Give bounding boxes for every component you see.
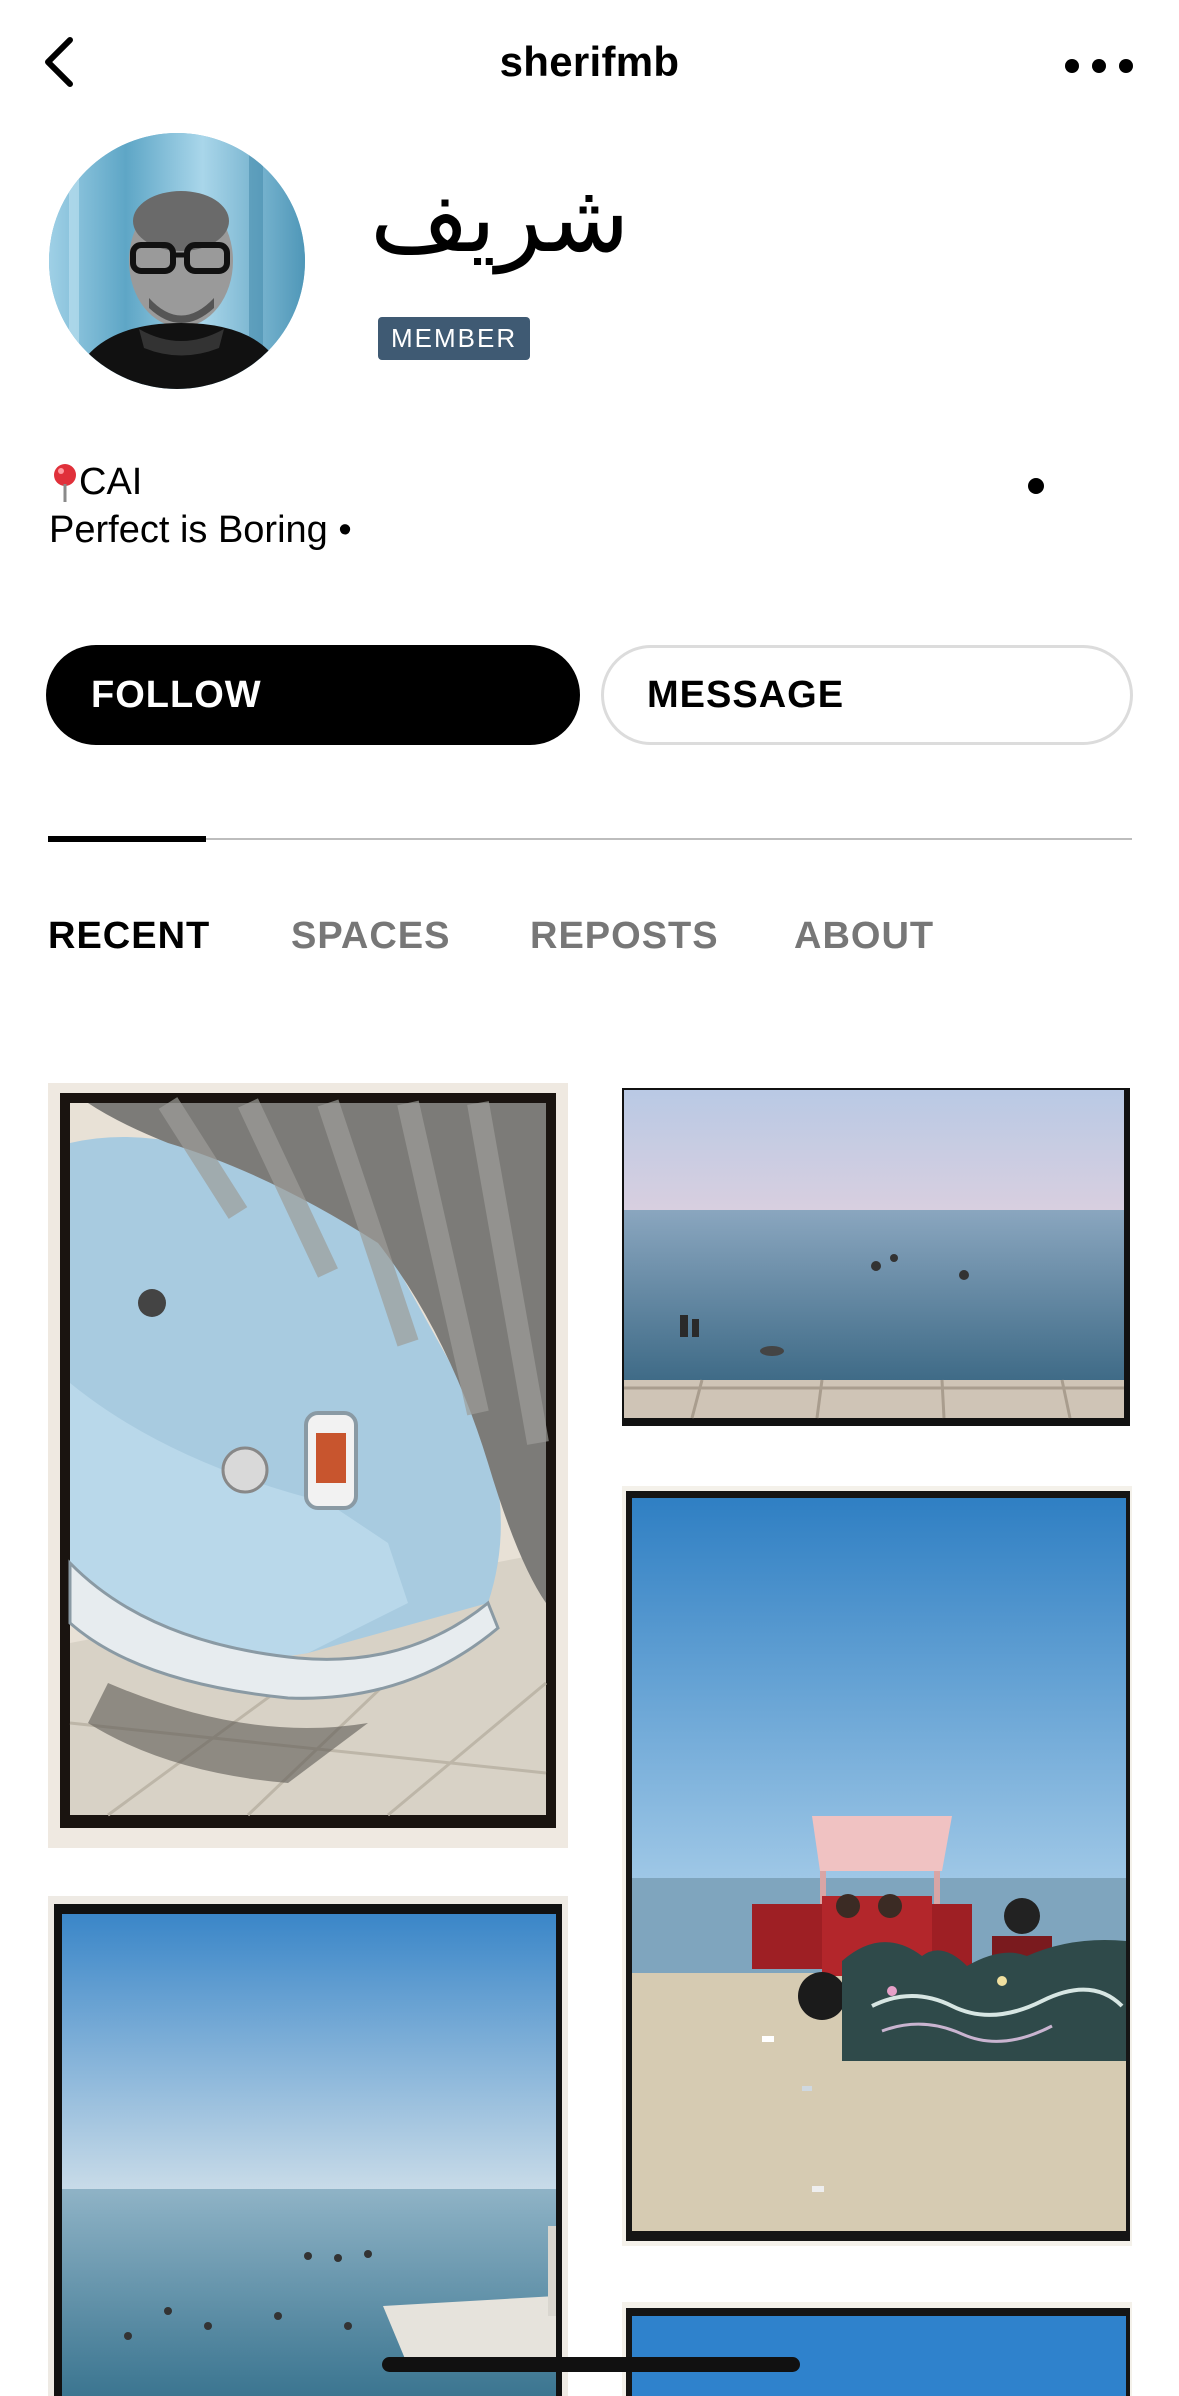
chevron-left-icon <box>45 37 73 87</box>
display-name: شريف <box>370 162 630 274</box>
message-button[interactable]: MESSAGE <box>601 645 1133 745</box>
post-photo-car[interactable] <box>48 1083 568 1848</box>
tab-recent[interactable]: RECENT <box>48 915 210 958</box>
post-photo-sea-swimmers[interactable] <box>622 1083 1132 1428</box>
more-horizontal-icon <box>1065 59 1133 73</box>
back-button[interactable] <box>38 34 94 94</box>
bio-location: CAI <box>49 460 142 504</box>
home-indicator[interactable] <box>382 2357 800 2372</box>
avatar[interactable] <box>49 133 305 389</box>
more-options-button[interactable] <box>1062 52 1136 80</box>
bio-dot <box>1028 478 1044 494</box>
map-pin-icon <box>49 460 79 504</box>
post-photo-sea-pier[interactable] <box>48 1896 568 2396</box>
top-bar: sherifmb <box>0 0 1179 135</box>
tab-active-indicator <box>48 836 206 842</box>
location-text: CAI <box>79 461 143 503</box>
bio-tagline: Perfect is Boring • <box>49 509 352 551</box>
post-photo-tuktuk[interactable] <box>622 1486 1132 2246</box>
tab-reposts[interactable]: REPOSTS <box>530 915 719 958</box>
tab-spaces[interactable]: SPACES <box>291 915 450 958</box>
tab-divider <box>48 838 1132 840</box>
member-badge: MEMBER <box>378 317 531 360</box>
follow-button[interactable]: FOLLOW <box>46 645 580 745</box>
tab-about[interactable]: ABOUT <box>794 915 934 958</box>
page-title: sherifmb <box>499 38 680 85</box>
post-photo-sky[interactable] <box>622 2302 1132 2396</box>
